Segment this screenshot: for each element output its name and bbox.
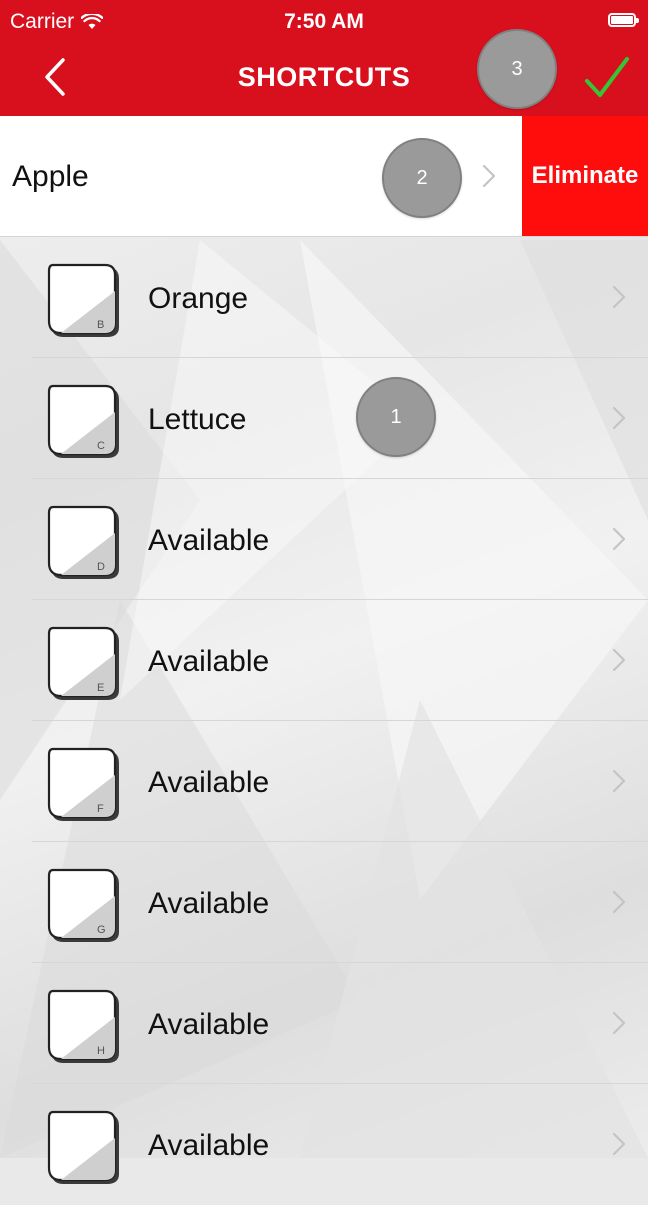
list-item[interactable]: F Available — [0, 721, 648, 842]
list-item[interactable]: D Available — [0, 479, 648, 600]
divider — [0, 236, 648, 237]
marker-1: 1 — [356, 377, 436, 457]
key-icon: B — [47, 263, 119, 337]
confirm-button[interactable] — [578, 52, 636, 104]
chevron-right-icon — [612, 769, 626, 793]
marker-2: 2 — [382, 138, 462, 218]
key-letter: B — [97, 319, 104, 331]
swiped-list-item[interactable]: Apple Eliminate — [0, 116, 648, 236]
key-icon — [47, 1110, 119, 1184]
list-item[interactable]: Available — [0, 1084, 648, 1205]
chevron-right-icon — [612, 285, 626, 309]
key-icon: H — [47, 989, 119, 1063]
list-item-label: Available — [148, 887, 270, 920]
key-icon: F — [47, 747, 119, 821]
status-bar: Carrier 7:50 AM — [0, 0, 648, 40]
key-icon: D — [47, 505, 119, 579]
marker-3: 3 — [477, 29, 557, 109]
chevron-right-icon — [612, 1011, 626, 1035]
list-item-label: Available — [148, 1008, 270, 1041]
list-item[interactable]: G Available — [0, 842, 648, 963]
key-letter: G — [97, 924, 106, 936]
key-icon: E — [47, 626, 119, 700]
chevron-right-icon — [482, 164, 496, 188]
chevron-right-icon — [612, 527, 626, 551]
list-item-label: Available — [148, 645, 270, 678]
chevron-right-icon — [612, 1132, 626, 1156]
shortcut-list: B Orange C Lettuce D Available E Available F Avai… — [0, 237, 648, 1205]
swiped-item-label: Apple — [12, 160, 89, 193]
list-item[interactable]: C Lettuce — [0, 358, 648, 479]
key-letter: H — [97, 1045, 105, 1057]
key-icon: G — [47, 868, 119, 942]
key-letter: D — [97, 561, 105, 573]
battery-icon — [608, 13, 639, 27]
key-letter: C — [97, 440, 105, 452]
checkmark-icon — [585, 57, 629, 97]
chevron-right-icon — [612, 890, 626, 914]
eliminate-button[interactable]: Eliminate — [522, 116, 648, 236]
status-time: 7:50 AM — [284, 10, 364, 33]
key-letter: E — [97, 682, 104, 694]
list-item-label: Orange — [148, 282, 249, 315]
list-item[interactable]: B Orange — [0, 237, 648, 358]
chevron-right-icon — [612, 648, 626, 672]
list-item-label: Available — [148, 766, 270, 799]
list-item-label: Available — [148, 524, 270, 557]
list-item[interactable]: E Available — [0, 600, 648, 721]
list-item-label: Lettuce — [148, 403, 247, 436]
key-icon: C — [47, 384, 119, 458]
chevron-right-icon — [612, 406, 626, 430]
list-item[interactable]: H Available — [0, 963, 648, 1084]
key-letter: F — [97, 803, 104, 815]
